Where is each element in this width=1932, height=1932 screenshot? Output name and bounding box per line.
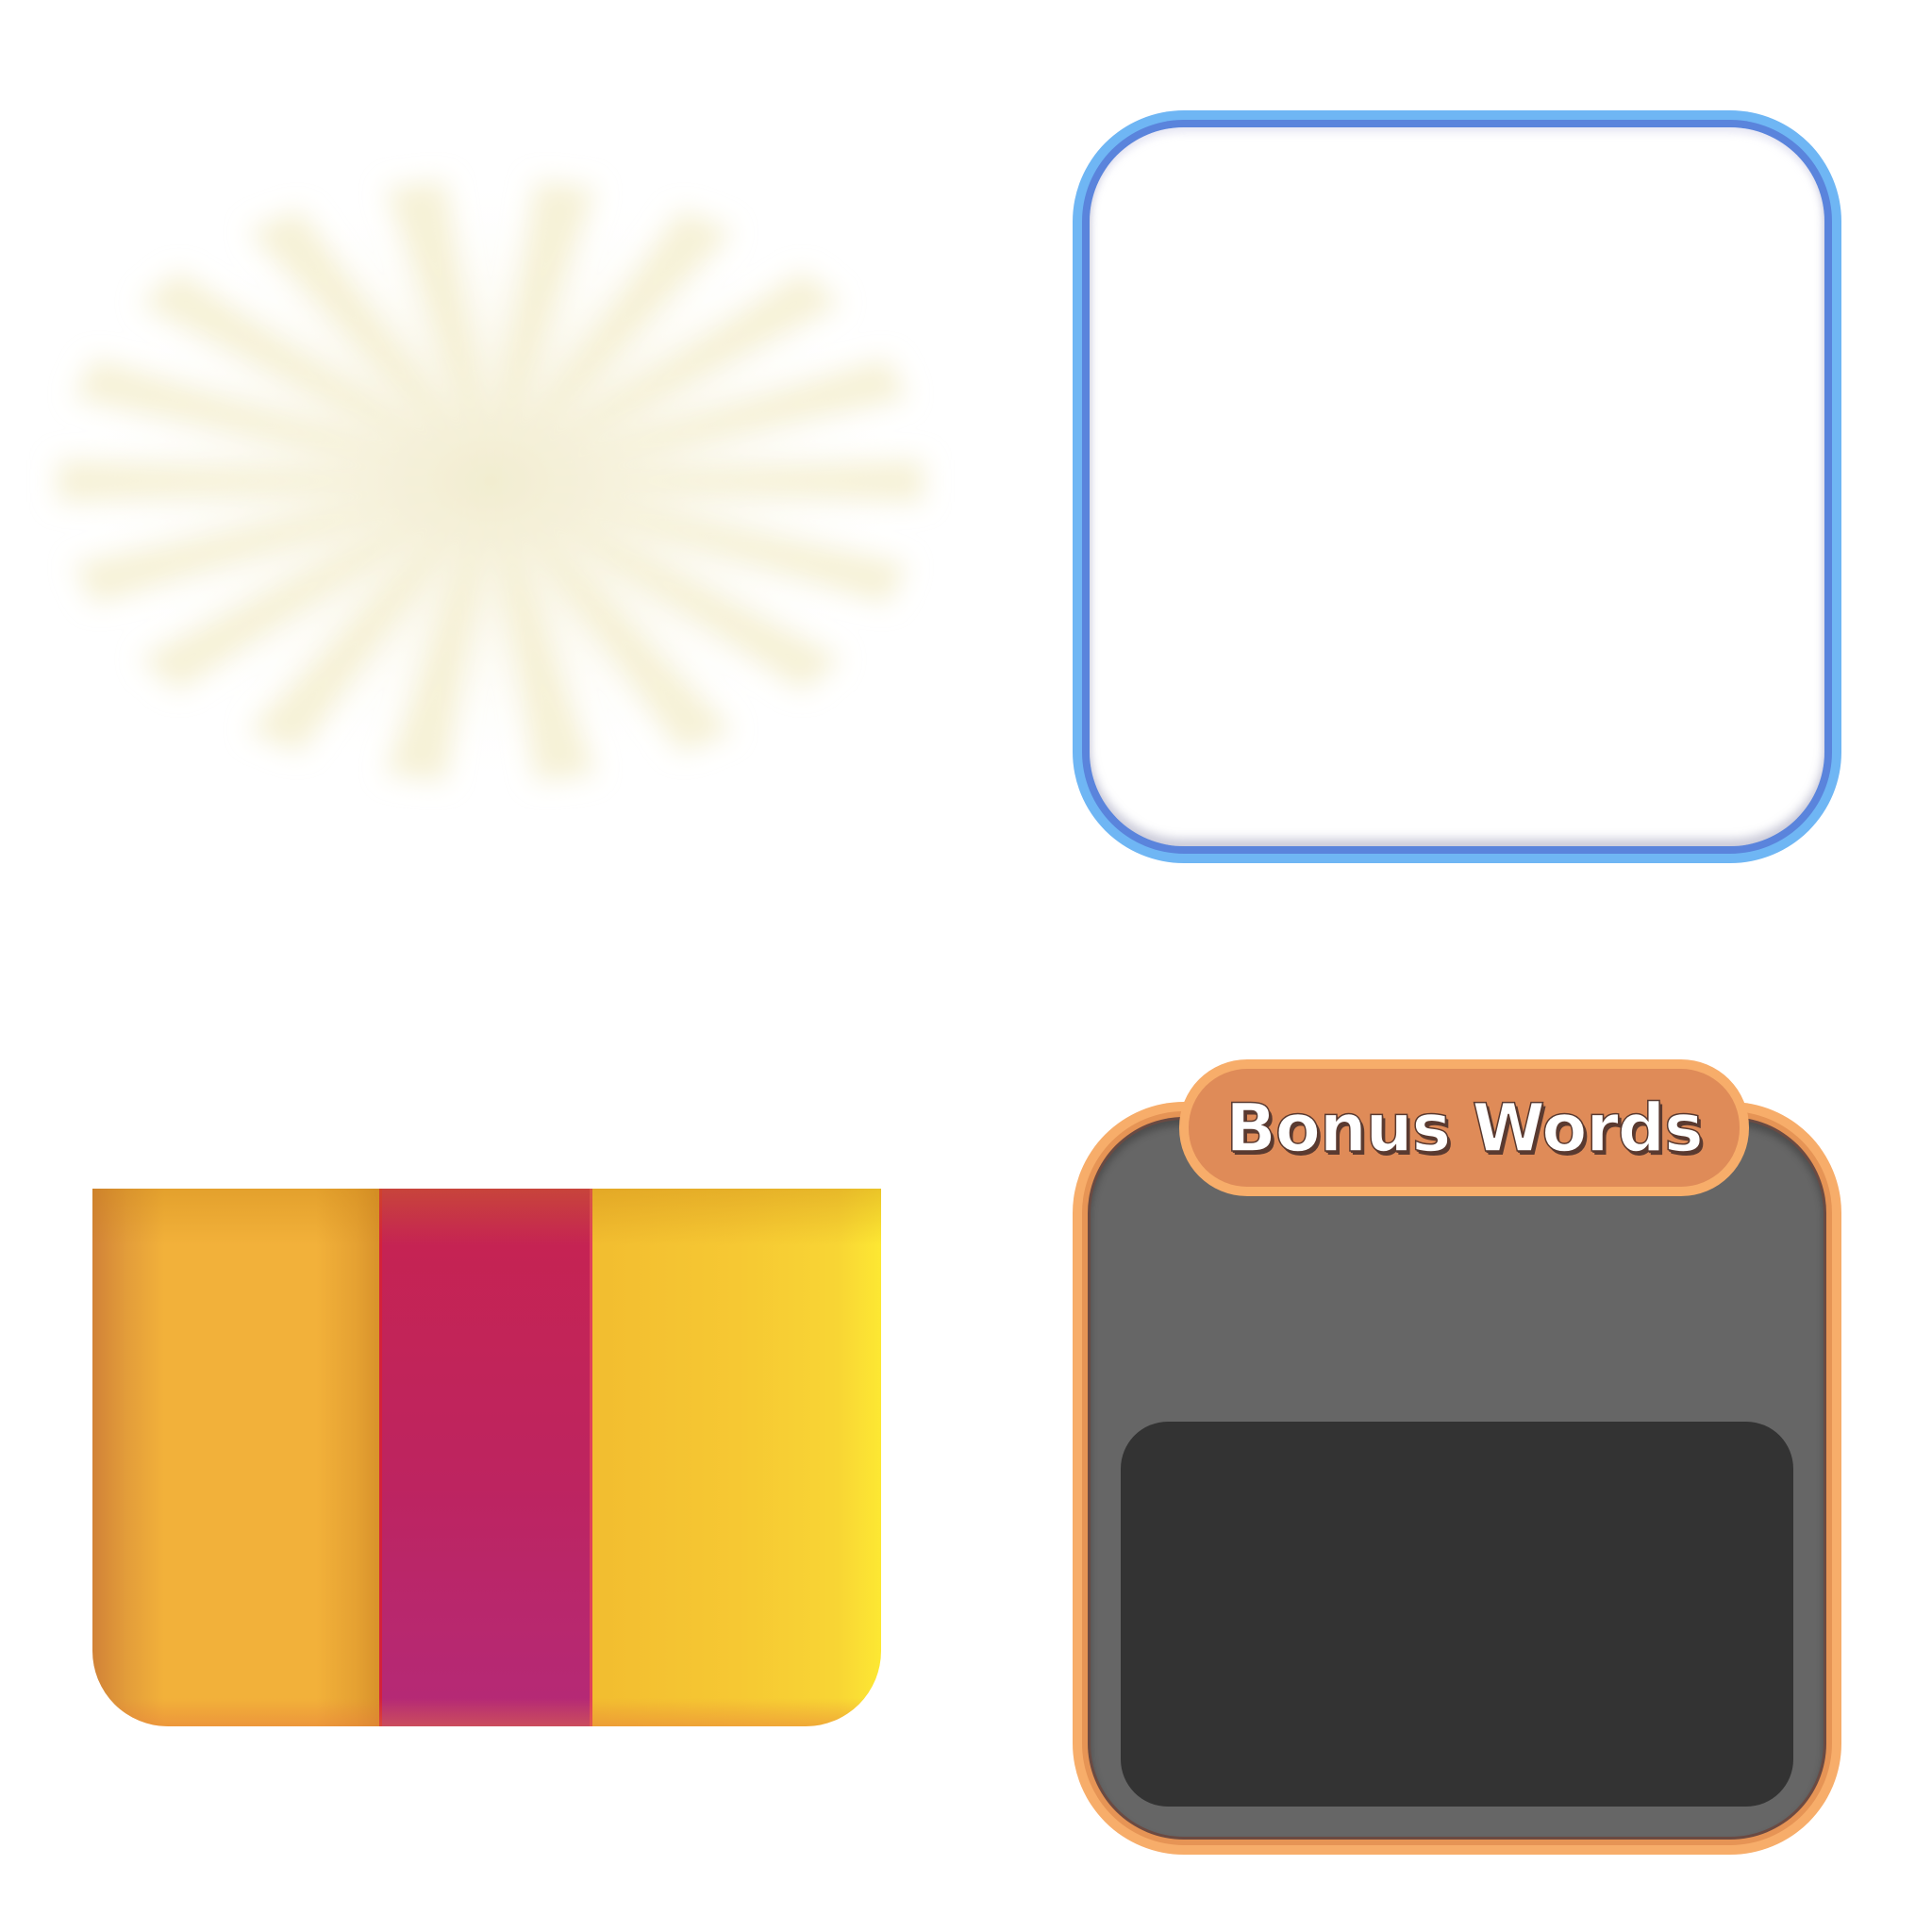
- bonus-words-tab-inner: Bonus Words: [1189, 1069, 1740, 1187]
- bonus-words-tab: Bonus Words: [1179, 1059, 1749, 1196]
- striped-block: [92, 1189, 881, 1726]
- bonus-words-title: Bonus Words: [1225, 1089, 1705, 1168]
- stripe-magenta: [379, 1189, 592, 1726]
- sunburst-ray: [73, 358, 491, 481]
- sunburst-ray: [491, 358, 908, 481]
- sunburst-rays: [58, 180, 924, 782]
- sunburst-ray: [491, 180, 596, 481]
- sunburst-ray: [491, 271, 842, 481]
- sunburst-ray: [491, 481, 734, 753]
- sunburst-svg: [47, 170, 934, 792]
- blue-frame-content: [1090, 127, 1824, 846]
- sunburst-ray: [247, 209, 491, 481]
- sunburst-core: [47, 170, 934, 792]
- sunburst-ray: [491, 209, 734, 481]
- bonus-words-panel: [1073, 1102, 1841, 1855]
- bonus-panel-body: [1091, 1120, 1824, 1837]
- sunburst-ray: [385, 180, 491, 481]
- stripe-orange: [92, 1189, 379, 1726]
- sunburst-ray: [385, 481, 491, 782]
- game-ui-asset-sheet: Bonus Words: [0, 0, 1932, 1932]
- sunburst-ray: [247, 481, 491, 753]
- sunburst-ray: [73, 481, 491, 605]
- bonus-words-list-area: [1121, 1422, 1793, 1807]
- bonus-panel-border: [1082, 1111, 1832, 1845]
- sunburst-ray: [491, 481, 908, 605]
- sunburst-ray: [139, 271, 491, 481]
- sunburst-ray: [491, 481, 842, 691]
- blue-frame-panel: [1073, 110, 1841, 863]
- sunburst-ray: [58, 459, 491, 503]
- sunburst-ray: [139, 481, 491, 691]
- sunburst-glow: [19, 151, 962, 811]
- bonus-panel-inner-border: [1088, 1117, 1826, 1840]
- sunburst-ray: [491, 481, 596, 782]
- blue-frame-inner-border: [1082, 120, 1832, 854]
- stripe-yellow: [592, 1189, 881, 1726]
- sunburst-ray: [491, 459, 924, 503]
